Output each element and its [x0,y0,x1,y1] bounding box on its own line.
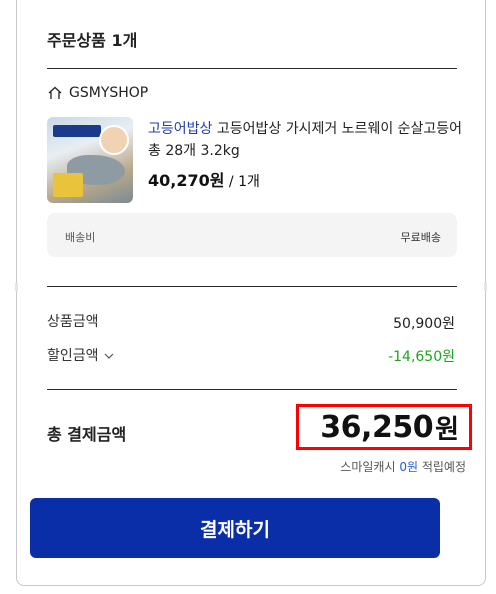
chevron-down-icon [104,353,113,359]
home-icon [48,86,62,99]
discount-label: 할인금액 [47,348,99,364]
smile-cash-prefix: 스마일캐시 [340,460,396,474]
total-amount: 36,250 [320,409,434,445]
shipping-info: 배송비 무료배송 [47,213,457,257]
product-title[interactable]: 고등어밥상 고등어밥상 가시제거 노르웨이 순살고등어 총 28개 3.2kg [148,118,466,162]
product-price: 40,270원 [148,171,225,190]
divider [47,389,457,390]
shipping-value: 무료배송 [400,231,441,244]
product-amount: 50,900원 [393,316,455,332]
discount-toggle[interactable]: 할인금액 [47,345,115,365]
shop-link[interactable]: GSMYSHOP [47,85,148,101]
product-amount-label: 상품금액 [47,314,99,330]
discount-amount: -14,650원 [388,349,455,365]
shipping-label: 배송비 [65,231,96,244]
smile-cash-note: 스마일캐시 0원 적립예정 [340,458,466,475]
divider [47,68,457,69]
total-amount-box: 36,250 원 [296,404,472,450]
total-unit: 원 [435,414,459,445]
product-thumbnail[interactable] [47,117,133,203]
smile-cash-suffix: 적립예정 [421,460,466,474]
total-label: 총 결제금액 [47,425,127,444]
product-price-row: 40,270원 / 1개 [148,167,260,191]
product-brand[interactable]: 고등어밥상 [148,121,212,137]
order-title: 주문상품 1개 [47,31,138,50]
pay-button[interactable]: 결제하기 [30,498,440,558]
shop-name: GSMYSHOP [69,85,149,101]
divider [47,286,457,287]
product-qty: / 1개 [228,174,260,190]
smile-cash-amount: 0원 [399,460,418,474]
